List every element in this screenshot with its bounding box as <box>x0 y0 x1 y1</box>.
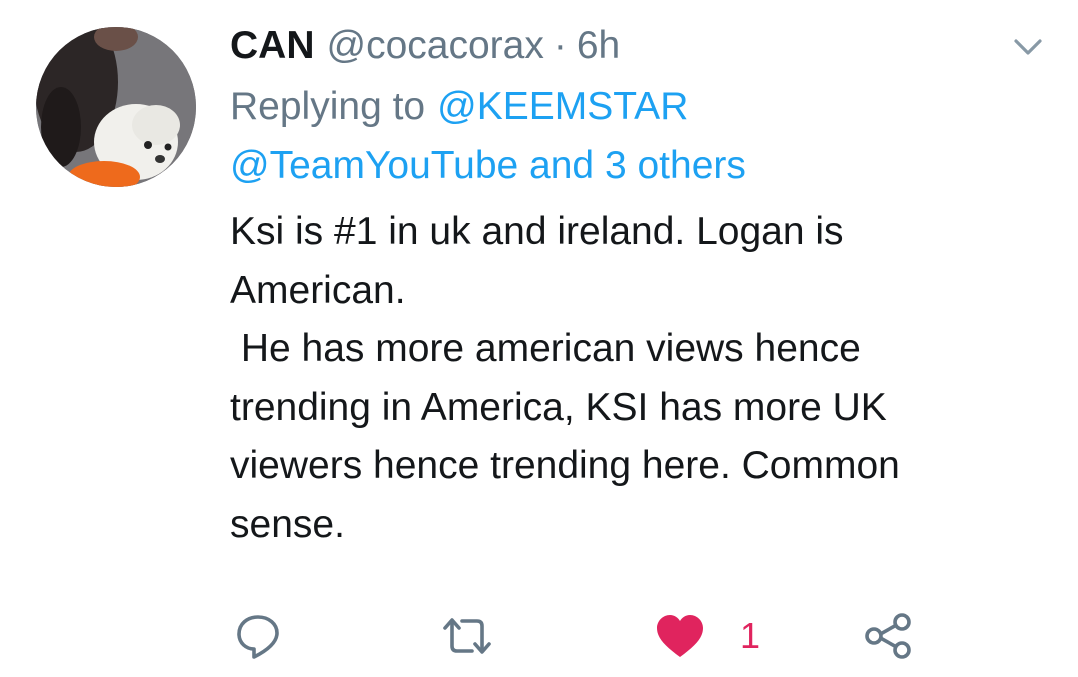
user-handle[interactable]: @cocacorax <box>327 22 544 70</box>
tweet-text-line: trending in America, KSI has more UK <box>230 385 887 429</box>
tweet-text-line: American. <box>230 268 406 312</box>
share-icon <box>865 613 911 659</box>
reply-bubble-icon <box>237 615 279 659</box>
replying-to: Replying to @KEEMSTAR <box>230 78 688 136</box>
retweet-icon <box>443 618 491 654</box>
timestamp[interactable]: 6h <box>577 22 620 70</box>
chevron-down-icon <box>1014 39 1042 55</box>
avatar-photo <box>36 27 196 187</box>
tweet-header: CAN @cocacorax · 6h <box>230 22 620 70</box>
tweet-text-line: He has more american views hence <box>230 327 861 370</box>
display-name[interactable]: CAN <box>230 22 315 70</box>
heart-icon <box>657 615 703 657</box>
reply-button[interactable] <box>234 608 282 664</box>
share-button[interactable] <box>862 608 914 664</box>
avatar[interactable] <box>36 27 196 187</box>
separator-dot: · <box>553 24 567 67</box>
tweet-text: Ksi is #1 in uk and ireland. Logan is Am… <box>230 203 1030 554</box>
mention-teamyoutube-and-others[interactable]: @TeamYouTube and 3 others <box>230 144 746 187</box>
tweet-text-line: viewers hence trending here. Common <box>230 444 900 487</box>
tweet-menu-button[interactable] <box>1008 30 1048 64</box>
like-button[interactable]: 1 <box>654 608 760 664</box>
mention-keemstar[interactable]: @KEEMSTAR <box>437 85 688 128</box>
tweet-text-line: sense. <box>230 502 345 546</box>
like-count: 1 <box>740 615 761 656</box>
replying-to-others: @TeamYouTube and 3 others <box>230 137 746 195</box>
tweet-text-line: Ksi is #1 in uk and ireland. Logan is <box>230 210 844 253</box>
replying-to-label: Replying to <box>230 85 426 128</box>
retweet-button[interactable] <box>438 608 496 664</box>
